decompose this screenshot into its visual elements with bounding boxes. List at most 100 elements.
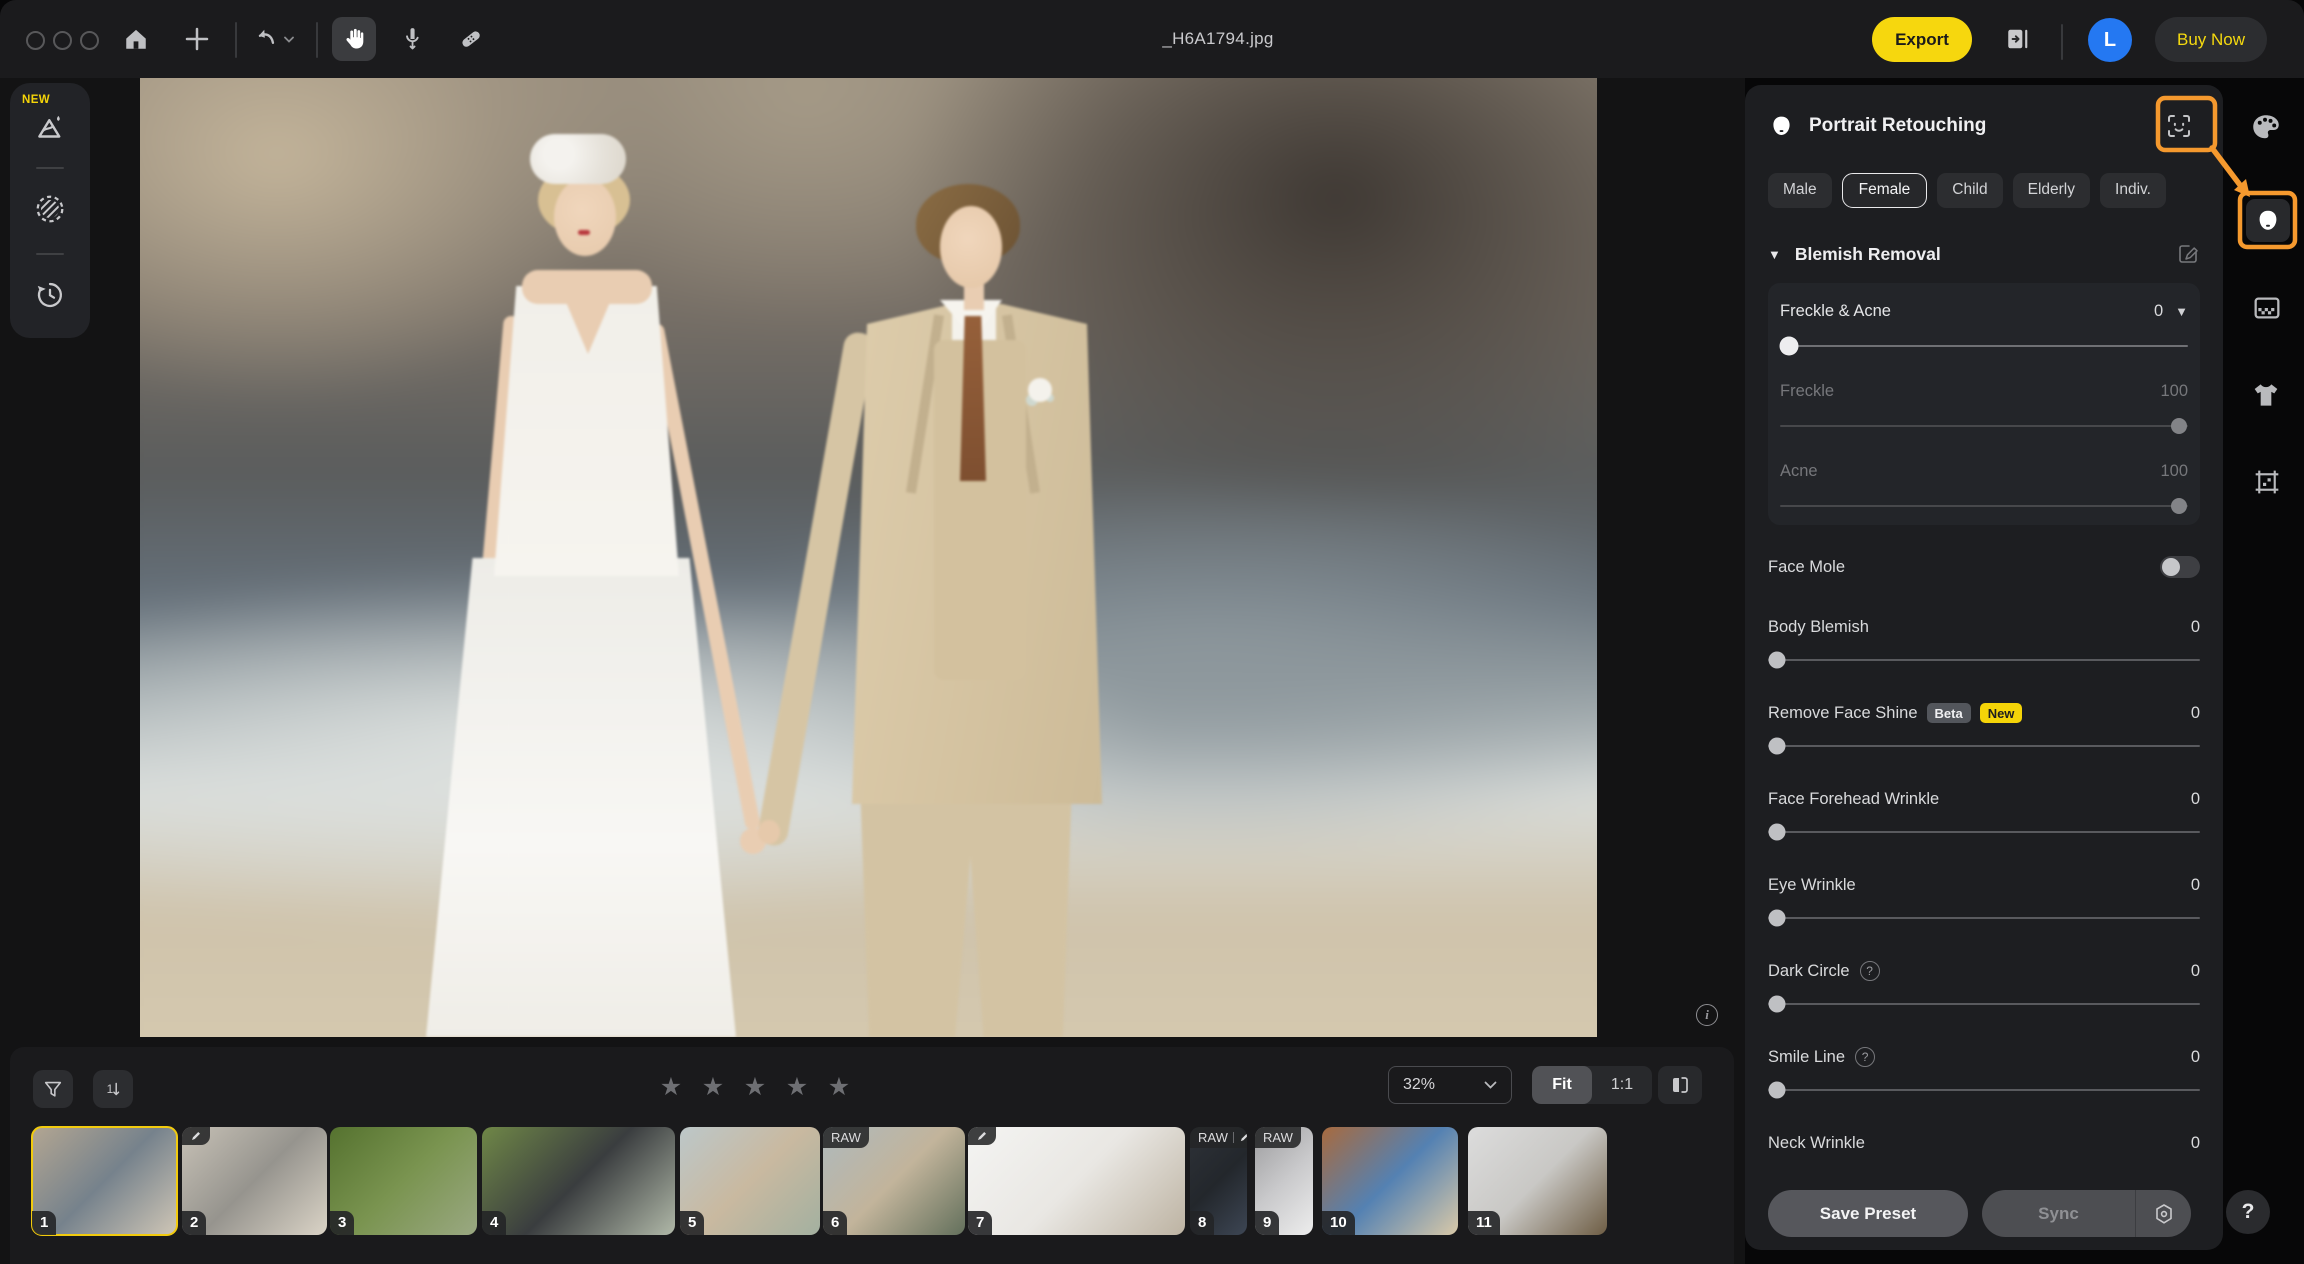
slider-thumb[interactable] [1769, 652, 1786, 669]
compare-split-view-button[interactable] [1658, 1066, 1702, 1104]
tab-elderly[interactable]: Elderly [2013, 173, 2090, 208]
thumbnail-5[interactable]: 5 [680, 1127, 820, 1235]
tab-child[interactable]: Child [1937, 173, 2002, 208]
star-icon[interactable] [826, 1072, 852, 1102]
thumbnail-4[interactable]: 4 [482, 1127, 675, 1235]
star-icon[interactable] [784, 1072, 810, 1102]
tab-male[interactable]: Male [1768, 173, 1832, 208]
help-button[interactable]: ? [2226, 1190, 2270, 1234]
export-panel-button[interactable] [1996, 17, 2040, 61]
slider-value[interactable]: 0 [2191, 962, 2200, 981]
slider-value[interactable]: 0 [2191, 876, 2200, 895]
star-icon[interactable] [742, 1072, 768, 1102]
thumbnail-8[interactable]: RAW8 [1190, 1127, 1247, 1235]
window-close-button[interactable] [26, 31, 45, 50]
window-zoom-button[interactable] [80, 31, 99, 50]
zoom-level-select[interactable]: 32% [1388, 1066, 1512, 1104]
slider-thumb[interactable] [2171, 498, 2187, 514]
slider-thumb[interactable] [1780, 337, 1799, 356]
slider-thumb[interactable] [1769, 738, 1786, 755]
slider-value[interactable]: 0 [2154, 302, 2163, 321]
slider-label: Remove Face Shine [1768, 704, 1918, 723]
add-import-button[interactable] [175, 17, 219, 61]
sort-button[interactable]: 1 [93, 1070, 133, 1108]
face-detect-button[interactable] [2158, 105, 2200, 147]
photo-vignette [140, 78, 1597, 1037]
blemish-removal-header[interactable]: Blemish Removal [1768, 241, 2200, 267]
slider-value[interactable]: 100 [2160, 382, 2188, 401]
manual-edit-button[interactable] [2176, 242, 2200, 266]
thumbnail-9[interactable]: RAW9 [1255, 1127, 1313, 1235]
help-circle-icon[interactable]: ? [1855, 1047, 1875, 1067]
thumbnail-2[interactable]: 2 [182, 1127, 327, 1235]
buy-now-button[interactable]: Buy Now [2155, 17, 2267, 62]
thumbnail-1[interactable]: 1 [32, 1127, 177, 1235]
slider-value[interactable]: 0 [2191, 1134, 2200, 1153]
help-circle-icon[interactable]: ? [1860, 961, 1880, 981]
slider-value[interactable]: 100 [2160, 462, 2188, 481]
sync-button[interactable]: Sync [1982, 1190, 2135, 1237]
remove-face-shine-slider[interactable] [1768, 737, 2200, 755]
dark-circle-row: Dark Circle ? 0 [1768, 959, 2200, 1013]
slider-thumb[interactable] [2171, 418, 2187, 434]
color-adjustments-button[interactable] [2248, 110, 2284, 146]
slider-thumb[interactable] [1769, 996, 1786, 1013]
slider-thumb[interactable] [1769, 1082, 1786, 1099]
toggle-label: Face Mole [1768, 558, 1845, 577]
crop-transform-button[interactable] [2249, 464, 2285, 500]
tap-retouch-tool-button[interactable] [390, 17, 434, 61]
sync-settings-button[interactable] [2135, 1190, 2191, 1237]
ai-photo-enhance-button[interactable] [33, 111, 67, 145]
zoom-level-value: 32% [1403, 1076, 1435, 1094]
face-forehead-wrinkle-slider[interactable] [1768, 823, 2200, 841]
canvas-photo[interactable] [140, 78, 1597, 1037]
mask-selection-button[interactable] [32, 191, 68, 227]
save-preset-button[interactable]: Save Preset [1768, 1190, 1968, 1237]
thumbnail-6[interactable]: RAW6 [823, 1127, 965, 1235]
slider-label: Smile Line [1768, 1048, 1845, 1067]
undo-button[interactable] [246, 17, 302, 61]
acne-slider[interactable] [1780, 497, 2188, 515]
body-blemish-slider[interactable] [1768, 651, 2200, 669]
filter-button[interactable] [33, 1070, 73, 1108]
window-minimize-button[interactable] [53, 31, 72, 50]
slider-value[interactable]: 0 [2191, 618, 2200, 637]
tab-female[interactable]: Female [1842, 173, 1928, 208]
dropdown-triangle-icon[interactable] [2175, 304, 2188, 319]
portrait-retouching-tab-button[interactable] [2246, 199, 2290, 242]
freckle-acne-slider[interactable] [1780, 337, 2188, 355]
thumbnail-11[interactable]: 11 [1468, 1127, 1607, 1235]
eye-wrinkle-slider[interactable] [1768, 909, 2200, 927]
freckle-slider[interactable] [1780, 417, 2188, 435]
slider-value[interactable]: 0 [2191, 1048, 2200, 1067]
slider-thumb[interactable] [1769, 824, 1786, 841]
face-mole-toggle[interactable] [2160, 556, 2200, 578]
actual-size-button[interactable]: 1:1 [1592, 1066, 1652, 1104]
smile-line-slider[interactable] [1768, 1081, 2200, 1099]
heal-blemish-tool-button[interactable] [449, 17, 493, 61]
thumbnail-10[interactable]: 10 [1322, 1127, 1458, 1235]
dark-circle-slider[interactable] [1768, 995, 2200, 1013]
history-button[interactable] [34, 279, 66, 311]
slider-thumb[interactable] [1769, 910, 1786, 927]
slider-value[interactable]: 0 [2191, 790, 2200, 809]
funnel-icon [42, 1078, 64, 1100]
thumbnail-3[interactable]: 3 [330, 1127, 477, 1235]
thumb-number: 10 [1322, 1211, 1355, 1235]
export-button[interactable]: Export [1872, 17, 1972, 62]
background-adjustments-button[interactable] [2249, 290, 2285, 326]
history-clock-icon [34, 279, 66, 311]
clothing-adjustments-button[interactable] [2248, 377, 2284, 413]
thumbnail-7[interactable]: 7 [968, 1127, 1185, 1235]
tab-individual[interactable]: Indiv. [2100, 173, 2166, 208]
fit-view-button[interactable]: Fit [1532, 1066, 1592, 1104]
user-avatar[interactable]: L [2088, 18, 2132, 62]
slider-value[interactable]: 0 [2191, 704, 2200, 723]
hand-pan-tool-button[interactable] [332, 17, 376, 61]
star-icon[interactable] [658, 1072, 684, 1102]
home-button[interactable] [114, 17, 158, 61]
thumb-number: 4 [482, 1211, 506, 1235]
dashed-mask-icon [32, 191, 68, 227]
star-icon[interactable] [700, 1072, 726, 1102]
image-info-button[interactable]: i [1696, 1004, 1718, 1026]
